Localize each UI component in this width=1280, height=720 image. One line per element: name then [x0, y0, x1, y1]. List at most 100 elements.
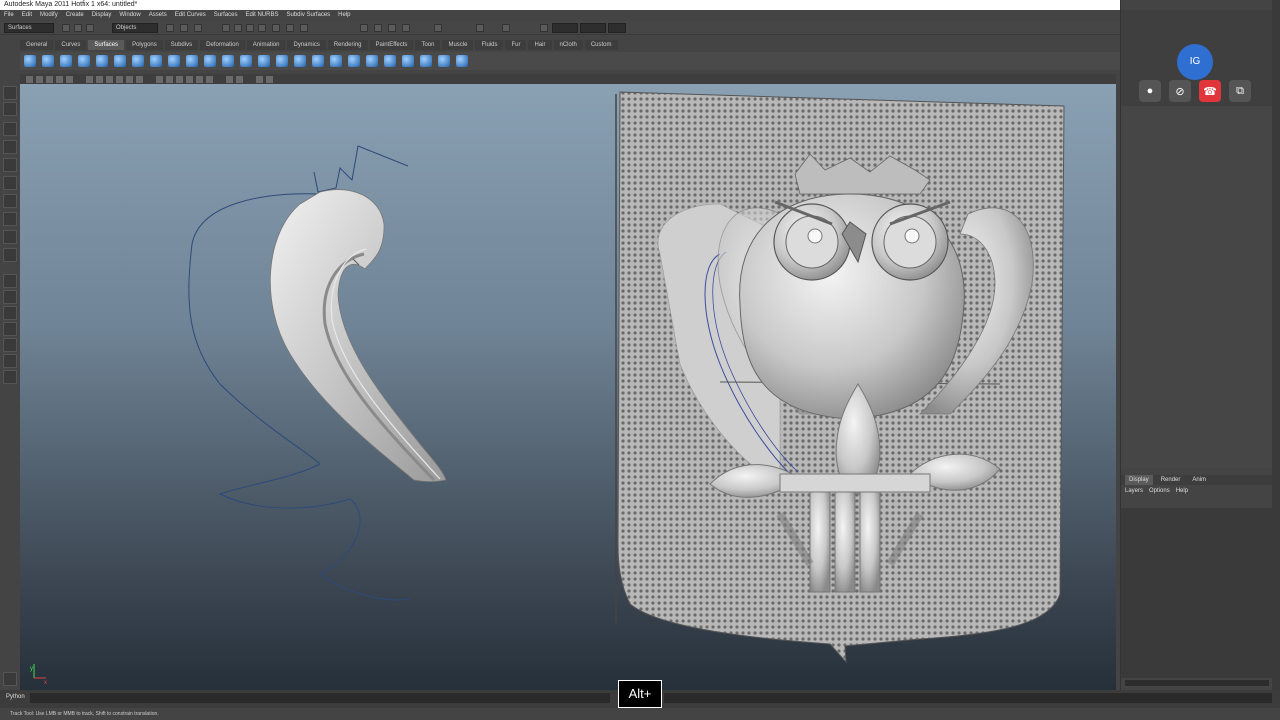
shelf-tab-curves[interactable]: Curves	[55, 40, 87, 50]
menu-create[interactable]: Create	[66, 10, 84, 21]
menu-file[interactable]: File	[4, 10, 14, 21]
textured-icon[interactable]	[116, 76, 123, 83]
menu-window[interactable]: Window	[119, 10, 140, 21]
snap-surface-icon[interactable]	[272, 24, 280, 32]
side-tabs[interactable]	[1272, 0, 1280, 690]
camera-attributes-icon[interactable]	[36, 76, 43, 83]
bookmarks-icon[interactable]	[46, 76, 53, 83]
attach-surfaces-icon[interactable]	[384, 55, 396, 67]
wireframe-on-shaded-icon[interactable]	[106, 76, 113, 83]
menu-subdiv-surfaces[interactable]: Subdiv Surfaces	[286, 10, 330, 21]
hypershade-icon[interactable]	[402, 24, 410, 32]
z-field[interactable]	[608, 23, 626, 33]
select-object-icon[interactable]	[180, 24, 188, 32]
high-quality-icon[interactable]	[266, 76, 273, 83]
hypershade-layout-icon[interactable]	[3, 338, 17, 352]
film-gate-icon[interactable]	[196, 76, 203, 83]
select-component-icon[interactable]	[194, 24, 202, 32]
wireframe-icon[interactable]	[86, 76, 93, 83]
menuset-dropdown[interactable]: Surfaces	[4, 23, 54, 33]
tab-render[interactable]: Render	[1157, 475, 1185, 485]
rebuild-surfaces-icon[interactable]	[456, 55, 468, 67]
persp-hypergraph-layout-icon[interactable]	[3, 354, 17, 368]
shelf-tab-animation[interactable]: Animation	[246, 40, 286, 50]
universal-manipulator-icon[interactable]	[3, 194, 17, 208]
snap-grid-icon[interactable]	[222, 24, 230, 32]
rotate-tool-icon[interactable]	[3, 158, 17, 172]
scale-tool-icon[interactable]	[3, 176, 17, 190]
y-field[interactable]	[580, 23, 606, 33]
phone-hangup-icon[interactable]: ☎	[1199, 80, 1221, 102]
history-icon[interactable]	[286, 24, 294, 32]
menu-display[interactable]: Display	[92, 10, 112, 21]
shelf-tab-dynamics[interactable]: Dynamics	[287, 40, 326, 50]
viewport-persp[interactable]: y x	[20, 84, 1116, 690]
shelf-tab-fur[interactable]: Fur	[505, 40, 527, 50]
shelf-tab-polygons[interactable]: Polygons	[126, 40, 163, 50]
select-tool-icon[interactable]	[3, 86, 17, 100]
nurbs-torus-icon[interactable]	[114, 55, 126, 67]
coat-of-arms-relief[interactable]	[615, 91, 1065, 664]
image-plane-icon[interactable]	[56, 76, 63, 83]
nurbs-cylinder-icon[interactable]	[60, 55, 72, 67]
shelf-tab-subdivs[interactable]: Subdivs	[164, 40, 199, 50]
open-scene-icon[interactable]	[74, 24, 82, 32]
shelf-tab-ncloth[interactable]: nCloth	[553, 40, 583, 50]
detach-surfaces-icon[interactable]	[402, 55, 414, 67]
menu-help[interactable]: Help	[338, 10, 350, 21]
xray-icon[interactable]	[156, 76, 163, 83]
video-off-icon[interactable]: ⊘	[1169, 80, 1191, 102]
boundary-icon[interactable]	[240, 55, 252, 67]
extrude-icon[interactable]	[204, 55, 216, 67]
show-manipulator-icon[interactable]	[3, 230, 17, 244]
nurbs-sphere-icon[interactable]	[24, 55, 36, 67]
shelf-tab-deformation[interactable]: Deformation	[200, 40, 245, 50]
select-camera-icon[interactable]	[26, 76, 33, 83]
nurbs-cone-icon[interactable]	[78, 55, 90, 67]
intersect-surfaces-icon[interactable]	[312, 55, 324, 67]
single-view-layout-icon[interactable]	[3, 274, 17, 288]
shelf-tab-painteffects[interactable]: PaintEffects	[369, 40, 414, 50]
project-curve-icon[interactable]	[330, 55, 342, 67]
shelf-tab-hair[interactable]: Hair	[528, 40, 552, 50]
loft-icon[interactable]	[168, 55, 180, 67]
resolution-gate-icon[interactable]	[186, 76, 193, 83]
move-tool-icon[interactable]	[3, 140, 17, 154]
menu-options[interactable]: Options	[1149, 486, 1170, 496]
menu-surfaces[interactable]: Surfaces	[214, 10, 238, 21]
grid-icon[interactable]	[66, 76, 73, 83]
attribute-editor-toggle-icon[interactable]	[502, 24, 510, 32]
render-settings-icon[interactable]	[388, 24, 396, 32]
snap-plane-icon[interactable]	[258, 24, 266, 32]
menu-edit[interactable]: Edit	[22, 10, 32, 21]
input-line-icon[interactable]	[434, 24, 442, 32]
persp-graph-layout-icon[interactable]	[3, 322, 17, 336]
layer-scrollbar[interactable]	[1125, 680, 1269, 686]
layer-list[interactable]	[1121, 508, 1273, 678]
soft-modification-icon[interactable]	[3, 212, 17, 226]
four-view-layout-icon[interactable]	[3, 290, 17, 304]
menu-edit-curves[interactable]: Edit Curves	[175, 10, 206, 21]
birail-icon[interactable]	[222, 55, 234, 67]
quick-layout-icon[interactable]	[3, 672, 17, 686]
untrim-icon[interactable]	[366, 55, 378, 67]
lasso-tool-icon[interactable]	[3, 102, 17, 116]
command-language-label[interactable]: Python	[6, 694, 25, 700]
insert-isoparms-icon[interactable]	[420, 55, 432, 67]
new-scene-icon[interactable]	[62, 24, 70, 32]
tab-display[interactable]: Display	[1125, 475, 1153, 485]
shelf-tab-custom[interactable]: Custom	[584, 40, 618, 50]
menu-modify[interactable]: Modify	[40, 10, 58, 21]
revolve-icon[interactable]	[150, 55, 162, 67]
field-chart-icon[interactable]	[226, 76, 233, 83]
shelf-tab-surfaces[interactable]: Surfaces	[88, 40, 125, 50]
shelf-tab-muscle[interactable]: Muscle	[442, 40, 474, 50]
shelf-tab-fluids[interactable]: Fluids	[475, 40, 504, 50]
nurbs-cube-icon[interactable]	[42, 55, 54, 67]
menu-help-layers[interactable]: Help	[1176, 486, 1188, 496]
command-input[interactable]	[30, 693, 610, 703]
custom-layout-icon[interactable]	[3, 370, 17, 384]
extend-surfaces-icon[interactable]	[438, 55, 450, 67]
last-tool-icon[interactable]	[3, 248, 17, 262]
transform-icon[interactable]	[540, 24, 548, 32]
